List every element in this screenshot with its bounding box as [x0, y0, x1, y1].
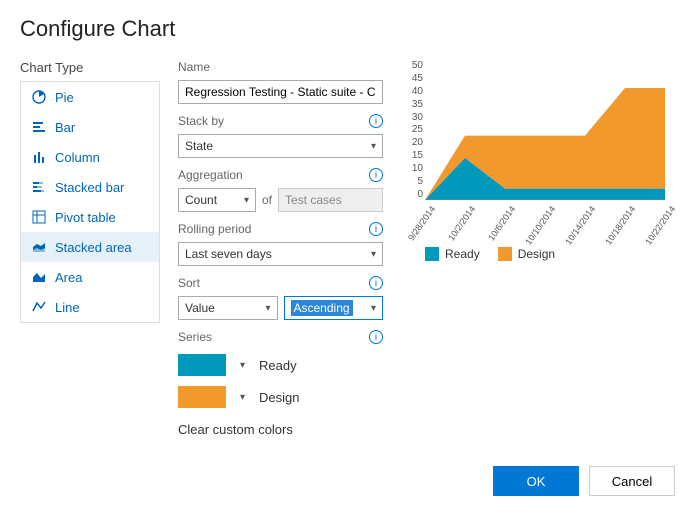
- clear-colors-link[interactable]: Clear custom colors: [178, 422, 383, 437]
- series-row-ready: ▾ Ready: [178, 354, 383, 376]
- aggregation-of: of: [262, 193, 272, 207]
- dialog-footer: OK Cancel: [493, 466, 675, 496]
- chart-type-label: Pie: [55, 90, 74, 105]
- rolling-value: Last seven days: [185, 247, 272, 261]
- name-input[interactable]: [178, 80, 383, 104]
- bar-icon: [31, 119, 47, 135]
- chart-type-pie[interactable]: Pie: [21, 82, 159, 112]
- legend-label: Ready: [445, 247, 480, 261]
- chevron-down-icon[interactable]: ▾: [236, 360, 249, 371]
- stacked-area-plot: [425, 60, 665, 200]
- aggregation-field: Test cases: [278, 188, 383, 212]
- legend-swatch: [425, 247, 439, 261]
- sort-field-value: Value: [185, 301, 215, 315]
- info-icon[interactable]: i: [369, 168, 383, 182]
- series-swatch[interactable]: [178, 386, 226, 408]
- chart-type-label: Pivot table: [55, 210, 116, 225]
- line-icon: [31, 299, 47, 315]
- chart-type-panel: Chart Type Pie Bar Column Stacked bar Pi…: [20, 60, 160, 437]
- chart-type-pivot[interactable]: Pivot table: [21, 202, 159, 232]
- x-axis-ticks: 9/28/201410/2/201410/6/201410/10/201410/…: [425, 202, 665, 234]
- name-label: Name: [178, 60, 383, 74]
- chart-type-stacked-area[interactable]: Stacked area: [21, 232, 159, 262]
- chart-type-label: Area: [55, 270, 82, 285]
- series-row-design: ▾ Design: [178, 386, 383, 408]
- sort-field-select[interactable]: Value ▾: [178, 296, 278, 320]
- stacked-area-icon: [31, 239, 47, 255]
- chevron-down-icon: ▾: [371, 249, 376, 260]
- chart-type-line[interactable]: Line: [21, 292, 159, 322]
- chart-type-bar[interactable]: Bar: [21, 112, 159, 142]
- chevron-down-icon: ▾: [244, 195, 249, 206]
- stackby-label: Stack by: [178, 114, 224, 128]
- info-icon[interactable]: i: [369, 114, 383, 128]
- legend-item-ready: Ready: [425, 247, 480, 261]
- sort-label: Sort: [178, 276, 200, 290]
- info-icon[interactable]: i: [369, 330, 383, 344]
- rolling-label: Rolling period: [178, 222, 251, 236]
- chart-legend: Ready Design: [425, 247, 679, 261]
- series-name: Design: [259, 390, 299, 405]
- stackby-select[interactable]: State ▾: [178, 134, 383, 158]
- cancel-button[interactable]: Cancel: [589, 466, 675, 496]
- rolling-select[interactable]: Last seven days ▾: [178, 242, 383, 266]
- column-icon: [31, 149, 47, 165]
- legend-item-design: Design: [498, 247, 555, 261]
- aggregation-value: Count: [185, 193, 217, 207]
- chevron-down-icon[interactable]: ▾: [236, 392, 249, 403]
- info-icon[interactable]: i: [369, 276, 383, 290]
- series-name: Ready: [259, 358, 297, 373]
- stackby-value: State: [185, 139, 213, 153]
- sort-direction-value: Ascending: [291, 300, 353, 316]
- chart-type-area[interactable]: Area: [21, 262, 159, 292]
- chart-type-heading: Chart Type: [20, 60, 160, 75]
- pivot-icon: [31, 209, 47, 225]
- dialog-title: Configure Chart: [20, 16, 679, 42]
- chart-type-stacked-bar[interactable]: Stacked bar: [21, 172, 159, 202]
- aggregation-select[interactable]: Count ▾: [178, 188, 256, 212]
- chart-type-label: Line: [55, 300, 80, 315]
- y-axis-ticks: 50454035302520151050: [401, 60, 423, 200]
- chart-preview: 50454035302520151050 9/28/201410/2/20141…: [401, 60, 679, 437]
- chart-type-label: Bar: [55, 120, 75, 135]
- ok-button[interactable]: OK: [493, 466, 579, 496]
- stacked-bar-icon: [31, 179, 47, 195]
- pie-icon: [31, 89, 47, 105]
- legend-label: Design: [518, 247, 555, 261]
- chart-type-label: Stacked bar: [55, 180, 124, 195]
- series-swatch[interactable]: [178, 354, 226, 376]
- aggregation-label: Aggregation: [178, 168, 243, 182]
- legend-swatch: [498, 247, 512, 261]
- config-form: Name Stack by i State ▾ Aggregation i Co…: [178, 60, 383, 437]
- sort-direction-select[interactable]: Ascending ▾: [284, 296, 384, 320]
- area-icon: [31, 269, 47, 285]
- chart-type-label: Column: [55, 150, 100, 165]
- chart-type-list: Pie Bar Column Stacked bar Pivot table S…: [20, 81, 160, 323]
- chevron-down-icon: ▾: [265, 303, 270, 314]
- chart-type-label: Stacked area: [55, 240, 132, 255]
- info-icon[interactable]: i: [369, 222, 383, 236]
- chevron-down-icon: ▾: [371, 141, 376, 152]
- chevron-down-icon: ▾: [371, 303, 376, 314]
- chart-type-column[interactable]: Column: [21, 142, 159, 172]
- series-label: Series: [178, 330, 212, 344]
